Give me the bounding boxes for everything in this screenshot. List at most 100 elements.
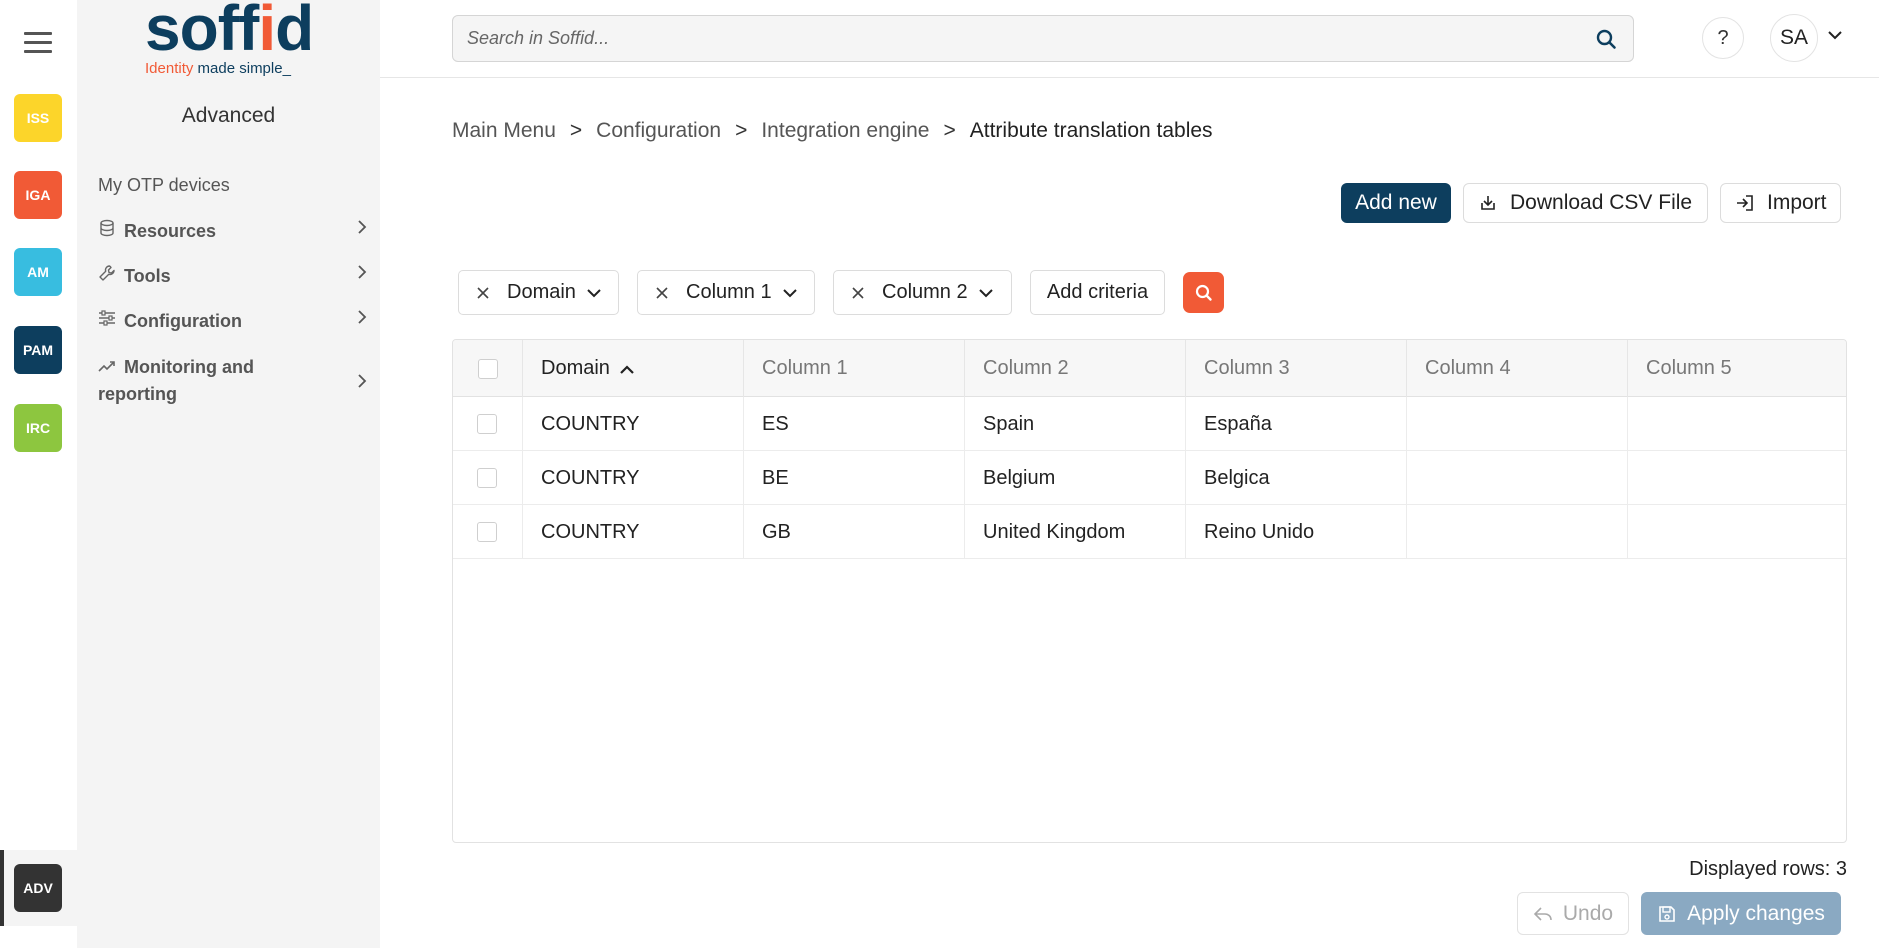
chevron-right-icon [356, 309, 368, 330]
top-bar: ? SA [380, 0, 1879, 78]
sidebar-item-my-otp-devices[interactable]: My OTP devices [98, 175, 368, 196]
help-button[interactable]: ? [1702, 17, 1744, 59]
run-search-button[interactable] [1183, 272, 1224, 313]
column-header-label: Column 5 [1646, 357, 1732, 379]
row-checkbox[interactable] [477, 468, 497, 488]
filter-chip-column-1[interactable]: Column 1 [637, 270, 815, 315]
app-iga-button[interactable]: IGA [14, 171, 62, 219]
undo-label: Undo [1562, 901, 1614, 925]
table-cell: BE [743, 451, 964, 505]
filter-chip-label: Domain [507, 281, 576, 303]
chevron-down-icon [782, 288, 797, 297]
table-cell: Belgium [964, 451, 1185, 505]
import-button[interactable]: Import [1720, 183, 1841, 223]
column-header-label: Column 2 [983, 357, 1069, 379]
table-cell: ES [743, 397, 964, 451]
table-cell: COUNTRY [522, 505, 743, 559]
column-header-column-2[interactable]: Column 2 [964, 340, 1185, 397]
sidebar-item-label-line2: reporting [98, 384, 177, 404]
app-irc-button[interactable]: IRC [14, 404, 62, 452]
sidebar-item-resources[interactable]: Resources [98, 219, 368, 242]
chevron-right-icon [356, 219, 368, 240]
sidebar-item-monitoring-and-reporting[interactable]: Monitoring and reporting [98, 354, 368, 408]
select-all-cell [453, 340, 522, 397]
user-avatar[interactable]: SA [1770, 14, 1818, 62]
add-new-button[interactable]: Add new [1341, 183, 1451, 223]
sliders-icon [98, 309, 118, 332]
column-header-column-4[interactable]: Column 4 [1406, 340, 1627, 397]
database-icon [98, 219, 118, 242]
sidebar-item-configuration[interactable]: Configuration [98, 309, 368, 332]
table-cell [1406, 451, 1627, 505]
soffid-logo[interactable]: soffid Identity made simple_ [145, 0, 325, 78]
apply-changes-button[interactable]: Apply changes [1641, 892, 1841, 935]
table-cell: United Kingdom [964, 505, 1185, 559]
filter-chip-column-2[interactable]: Column 2 [833, 270, 1012, 315]
filter-chip-domain[interactable]: Domain [458, 270, 619, 315]
app-rail: ISS IGA AM PAM IRC ADV [0, 0, 77, 948]
translation-table: Domain Column 1 Column 2 Column 3 Column… [452, 339, 1847, 843]
breadcrumb-separator: > [569, 119, 583, 142]
column-header-column-5[interactable]: Column 5 [1627, 340, 1846, 397]
app-am-button[interactable]: AM [14, 248, 62, 296]
select-all-checkbox[interactable] [478, 358, 498, 379]
hamburger-icon[interactable] [24, 32, 52, 54]
breadcrumb-separator: > [943, 119, 956, 142]
table-cell: Reino Unido [1185, 505, 1406, 559]
row-checkbox[interactable] [477, 414, 497, 434]
download-icon [1478, 193, 1498, 213]
column-header-column-1[interactable]: Column 1 [743, 340, 964, 397]
chart-line-icon [98, 354, 118, 381]
table-row[interactable]: COUNTRY GB United Kingdom Reino Unido [453, 505, 1846, 559]
side-menu: soffid Identity made simple_ Advanced My… [77, 0, 380, 948]
app-adv-button[interactable]: ADV [14, 864, 62, 912]
breadcrumb-main-menu[interactable]: Main Menu [452, 119, 556, 142]
breadcrumb-configuration[interactable]: Configuration [596, 119, 721, 142]
breadcrumb-integration-engine[interactable]: Integration engine [761, 119, 929, 142]
table-cell [1406, 505, 1627, 559]
chevron-down-icon[interactable] [1827, 28, 1843, 40]
table-cell: COUNTRY [522, 397, 743, 451]
save-icon [1659, 905, 1675, 922]
chevron-right-icon [356, 264, 368, 285]
sidebar-item-label: Configuration [124, 311, 242, 331]
column-header-column-3[interactable]: Column 3 [1185, 340, 1406, 397]
column-header-domain[interactable]: Domain [522, 340, 743, 397]
rail-active-indicator [0, 850, 4, 926]
close-icon[interactable] [655, 286, 669, 300]
row-checkbox[interactable] [477, 522, 497, 542]
sidebar-item-tools[interactable]: Tools [98, 264, 368, 287]
column-header-label: Column 4 [1425, 357, 1511, 379]
download-csv-button[interactable]: Download CSV File [1463, 183, 1708, 223]
table-cell: Spain [964, 397, 1185, 451]
chevron-right-icon [356, 370, 368, 397]
close-icon[interactable] [851, 286, 865, 300]
chevron-down-icon [978, 288, 993, 297]
table-row[interactable]: COUNTRY BE Belgium Belgica [453, 451, 1846, 505]
search-input[interactable] [453, 16, 1573, 61]
table-header: Domain Column 1 Column 2 Column 3 Column… [453, 340, 1846, 397]
column-header-label: Column 1 [762, 357, 848, 379]
sidebar-item-label: Tools [124, 266, 171, 286]
table-cell [1627, 397, 1846, 451]
app-pam-button[interactable]: PAM [14, 326, 62, 374]
column-header-label: Column 3 [1204, 357, 1290, 379]
wrench-icon [98, 264, 118, 287]
download-csv-label: Download CSV File [1510, 191, 1693, 214]
sidebar-item-label: My OTP devices [98, 175, 230, 195]
close-icon[interactable] [476, 286, 490, 300]
filter-chip-label: Column 1 [686, 281, 772, 303]
undo-icon [1533, 906, 1552, 921]
search-icon[interactable] [1595, 28, 1617, 50]
column-header-label: Domain [541, 357, 610, 379]
undo-button[interactable]: Undo [1517, 892, 1629, 935]
table-cell: COUNTRY [522, 451, 743, 505]
table-row[interactable]: COUNTRY ES Spain España [453, 397, 1846, 451]
breadcrumb-current: Attribute translation tables [969, 119, 1213, 142]
apply-changes-label: Apply changes [1687, 901, 1825, 925]
row-select-cell [453, 451, 522, 505]
import-icon [1735, 193, 1755, 213]
displayed-rows-count: Displayed rows: 3 [1689, 858, 1847, 880]
add-criteria-button[interactable]: Add criteria [1030, 270, 1165, 315]
app-iss-button[interactable]: ISS [14, 94, 62, 142]
